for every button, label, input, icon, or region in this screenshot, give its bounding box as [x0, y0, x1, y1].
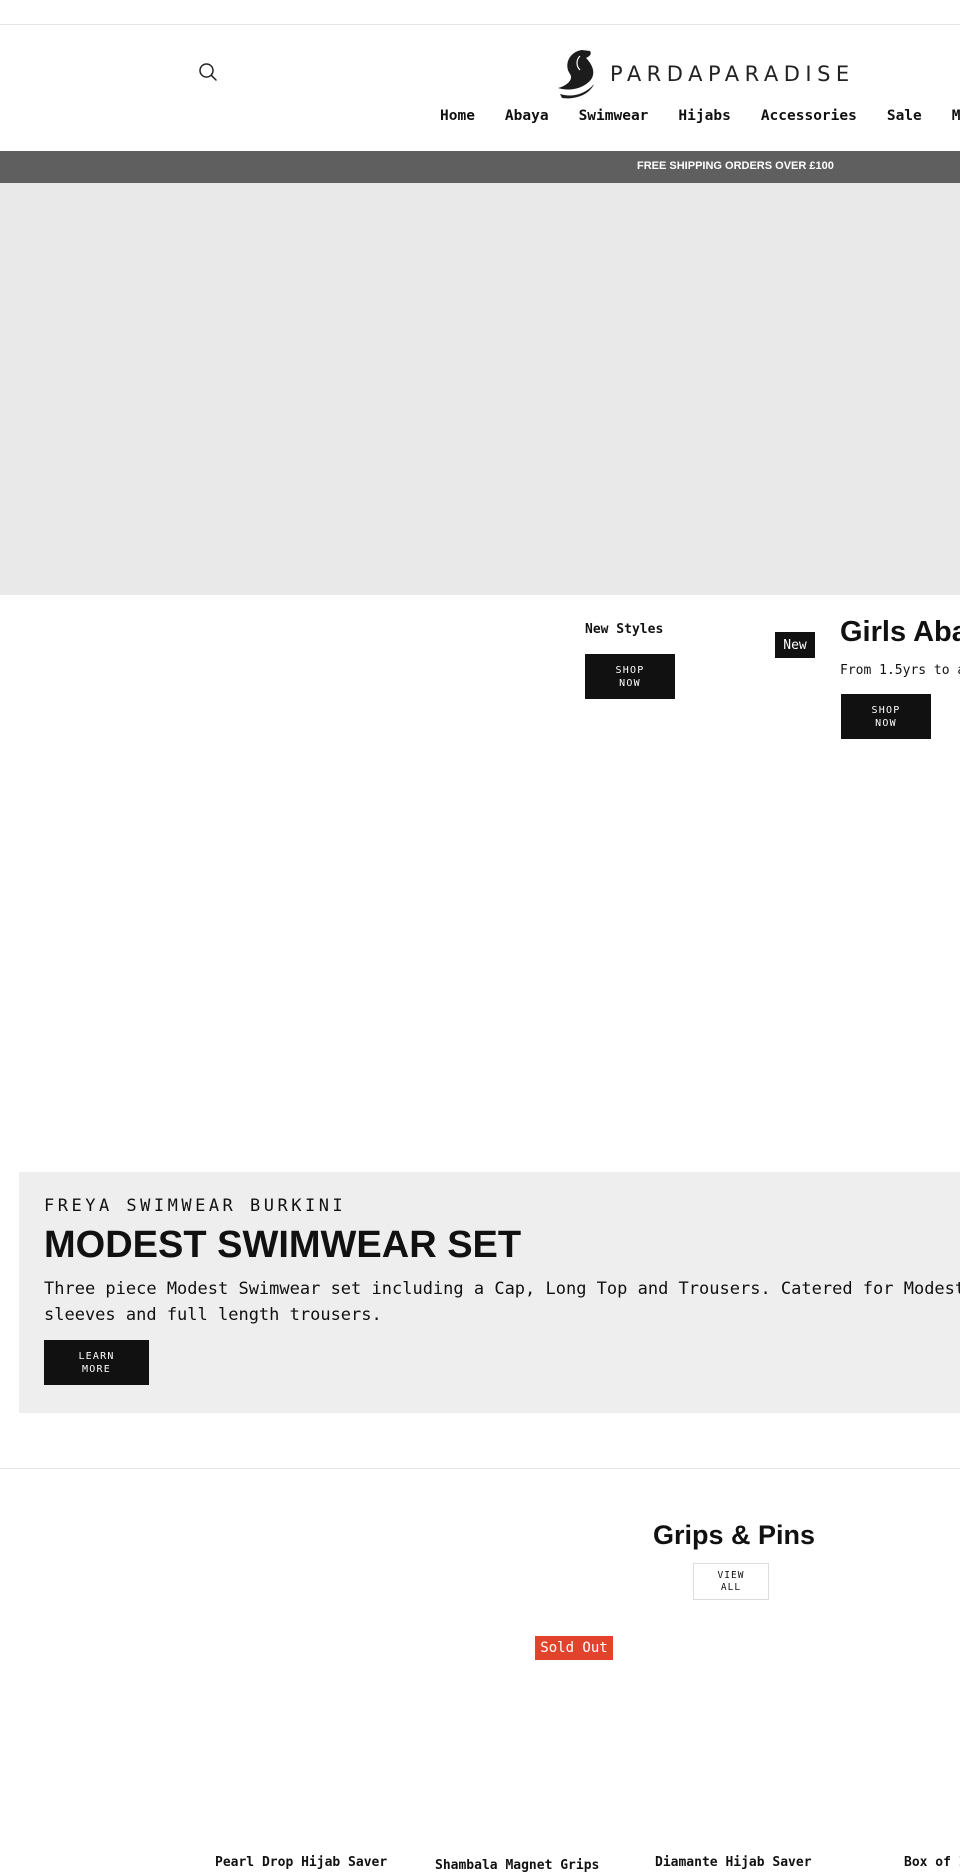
- learn-more-label: LEARN MORE: [78, 1350, 115, 1375]
- announcement-bar: FREE SHIPPING ORDERS OVER £100: [0, 151, 960, 183]
- feature-title: MODEST SWIMWEAR SET: [44, 1224, 522, 1266]
- shop-now-girls-button[interactable]: SHOP NOW: [841, 694, 931, 739]
- woman-silhouette-logo-icon: [558, 49, 594, 98]
- product-title[interactable]: Pearl Drop Hijab Saver: [215, 1855, 387, 1870]
- promo-heading-girls-abaya: Girls Aba: [840, 616, 960, 648]
- new-badge: New: [775, 632, 815, 658]
- nav-item-swimwear[interactable]: Swimwear: [579, 108, 649, 124]
- shop-now-button[interactable]: SHOP NOW: [585, 654, 675, 699]
- shop-now-girls-label: SHOP NOW: [871, 704, 901, 729]
- product-title[interactable]: Box of I: [904, 1855, 960, 1870]
- site-logo[interactable]: PARDAPARADISE: [556, 46, 861, 101]
- view-all-button[interactable]: VIEW ALL: [693, 1563, 769, 1600]
- collection-title: Grips & Pins: [653, 1520, 816, 1550]
- promo-subtext-girls-abaya: From 1.5yrs to a: [840, 663, 960, 678]
- view-all-label: VIEW ALL: [717, 1569, 745, 1593]
- promo-heading-new-styles: New Styles: [585, 622, 664, 637]
- sold-out-badge: Sold Out: [535, 1636, 613, 1660]
- learn-more-button[interactable]: LEARN MORE: [44, 1340, 149, 1385]
- feature-eyebrow: FREYA SWIMWEAR BURKINI: [44, 1196, 347, 1216]
- nav-item-sale[interactable]: Sale: [887, 108, 922, 124]
- section-divider: [0, 1468, 960, 1469]
- nav-item-abaya[interactable]: Abaya: [505, 108, 549, 124]
- nav-item-accessories[interactable]: Accessories: [761, 108, 857, 124]
- feature-body: Three piece Modest Swimwear set includin…: [44, 1279, 960, 1325]
- nav-item-hijabs[interactable]: Hijabs: [678, 108, 730, 124]
- main-navigation: Home Abaya Swimwear Hijabs Accessories S…: [440, 108, 960, 124]
- product-title[interactable]: Shambala Magnet Grips: [435, 1858, 599, 1873]
- nav-item-home[interactable]: Home: [440, 108, 475, 124]
- product-title[interactable]: Diamante Hijab Saver: [655, 1855, 812, 1870]
- shop-now-label: SHOP NOW: [615, 664, 645, 689]
- logo-wordmark: PARDAPARADISE: [610, 61, 855, 86]
- header-top-border: [0, 24, 960, 25]
- search-icon[interactable]: [198, 62, 218, 82]
- announcement-text: FREE SHIPPING ORDERS OVER £100: [637, 160, 834, 172]
- nav-item-men[interactable]: Men: [952, 108, 960, 124]
- hero-banner[interactable]: [0, 183, 960, 595]
